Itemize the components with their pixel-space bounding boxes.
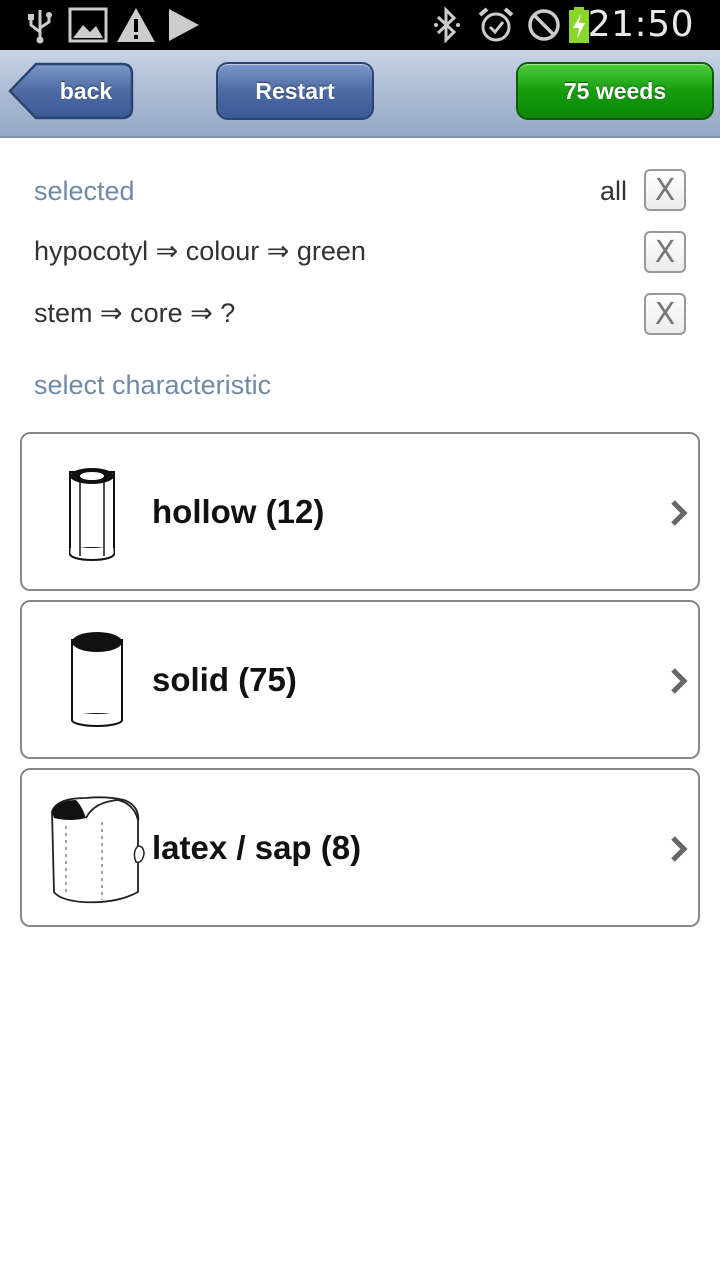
- back-button-label: back: [59, 77, 113, 104]
- chevron-right-icon: [671, 668, 688, 694]
- option-label: hollow (12): [152, 492, 325, 530]
- clear-all-button[interactable]: X: [644, 169, 686, 211]
- alarm-icon: [476, 6, 516, 44]
- solid-stem-icon: [46, 620, 146, 740]
- toolbar: back Restart 75 weeds: [0, 50, 720, 138]
- chevron-right-icon: [671, 836, 688, 862]
- clear-all-label: all: [600, 176, 628, 206]
- option-label: solid (75): [152, 660, 297, 698]
- option-label: latex / sap (8): [152, 828, 362, 866]
- select-characteristic-heading: select characteristic: [34, 370, 272, 400]
- results-button[interactable]: 75 weeds: [516, 62, 714, 120]
- do-not-disturb-icon: [526, 6, 562, 44]
- remove-criterion-button[interactable]: X: [644, 293, 686, 335]
- status-bar: 21:50: [0, 0, 720, 50]
- selected-criterion: hypocotyl ⇒ colour ⇒ green: [34, 236, 366, 266]
- gallery-icon: [68, 6, 108, 44]
- hollow-stem-icon: [46, 452, 146, 572]
- warning-icon: [114, 6, 158, 44]
- latex-stem-icon: [46, 792, 150, 906]
- play-icon: [166, 6, 202, 44]
- restart-button[interactable]: Restart: [216, 62, 374, 120]
- option-latex-sap[interactable]: latex / sap (8): [20, 768, 700, 927]
- selected-criterion: stem ⇒ core ⇒ ?: [34, 298, 236, 328]
- clock: 21:50: [587, 4, 694, 45]
- selected-heading: selected: [34, 176, 135, 206]
- chevron-right-icon: [671, 500, 688, 526]
- back-button[interactable]: back: [8, 62, 134, 120]
- bluetooth-icon: [430, 6, 464, 44]
- option-hollow[interactable]: hollow (12): [20, 432, 700, 591]
- usb-icon: [24, 6, 56, 44]
- option-solid[interactable]: solid (75): [20, 600, 700, 759]
- remove-criterion-button[interactable]: X: [644, 231, 686, 273]
